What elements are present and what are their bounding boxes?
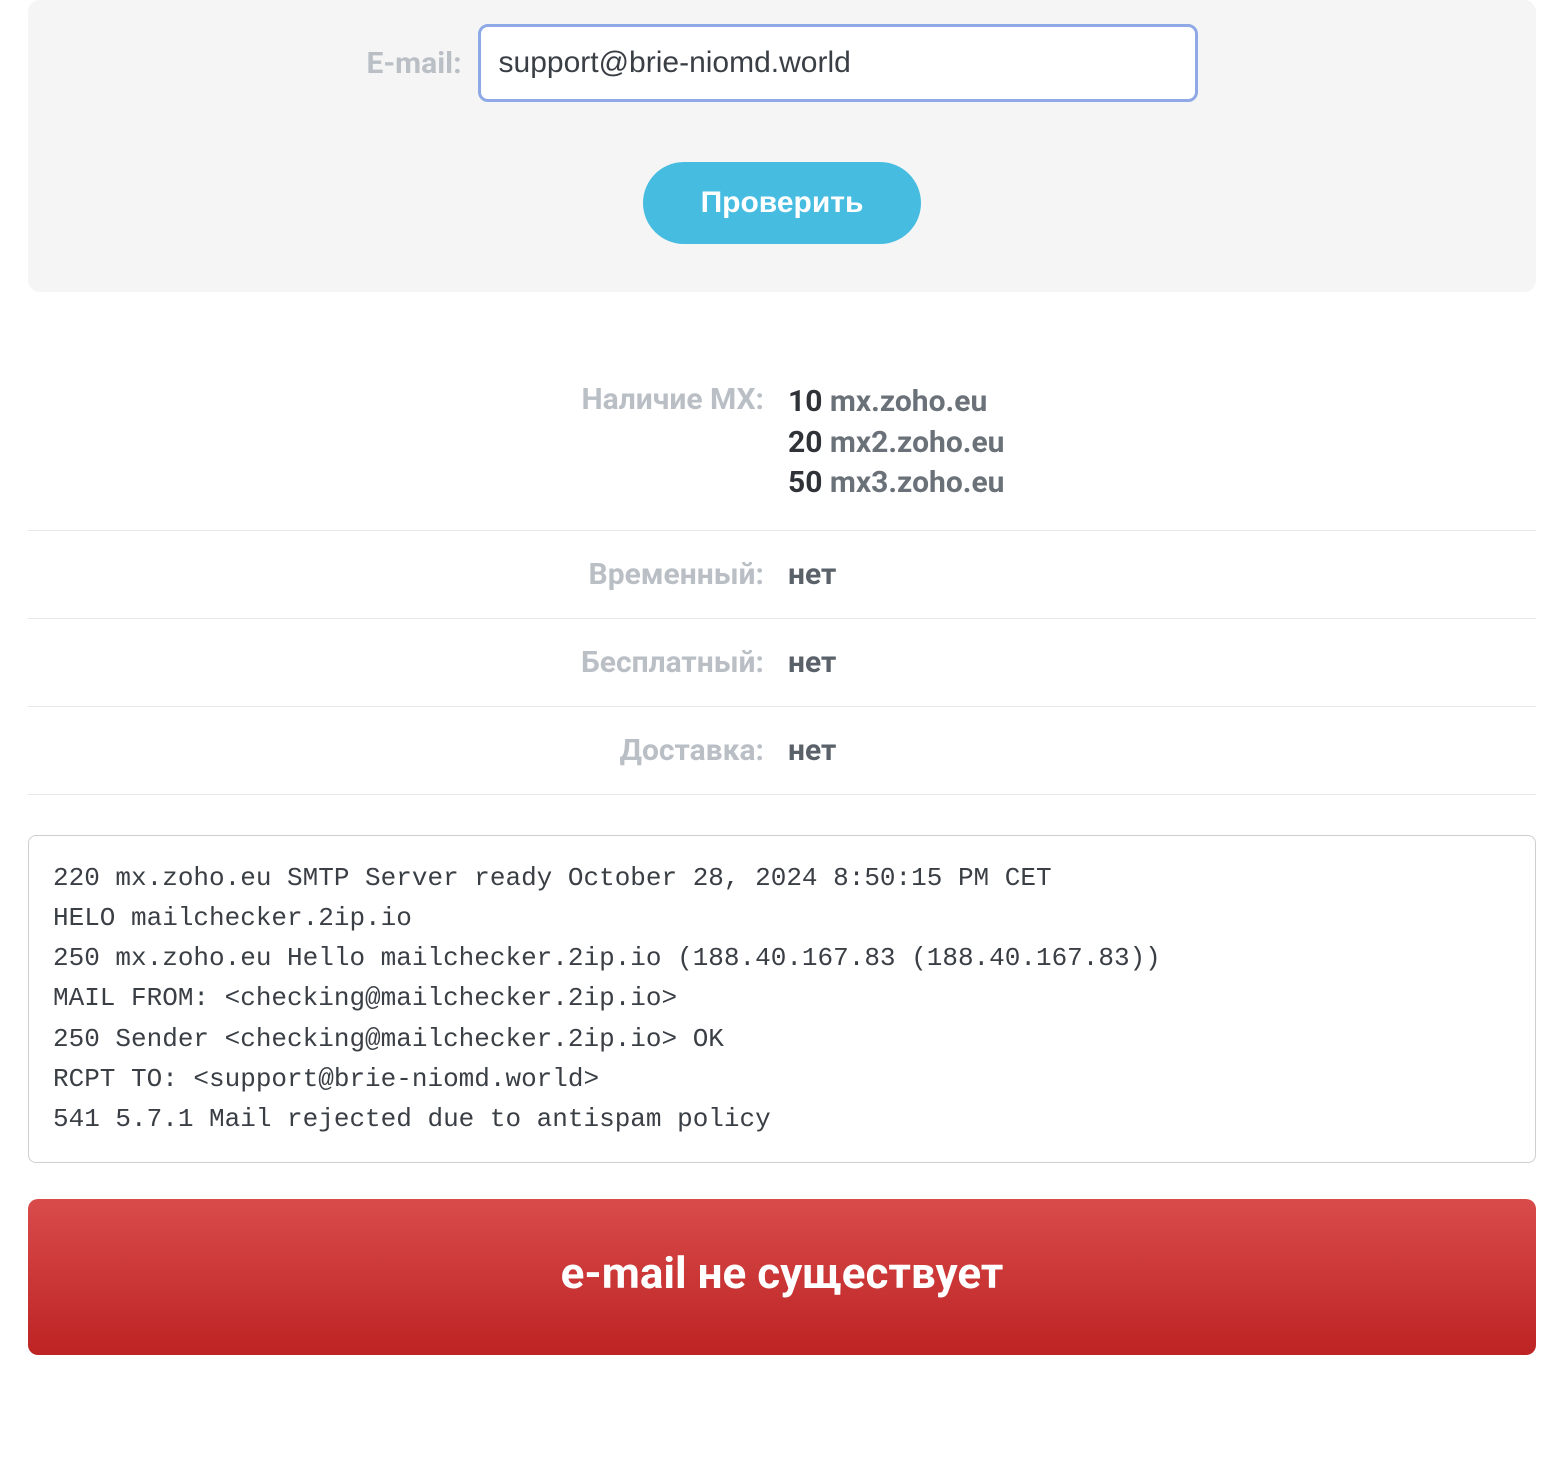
result-row-mx: Наличие MX: 10 mx.zoho.eu20 mx2.zoho.eu5… xyxy=(28,372,1536,531)
email-label: E-mail: xyxy=(366,46,461,81)
mx-record: 10 mx.zoho.eu xyxy=(788,382,1536,423)
mx-host: mx.zoho.eu xyxy=(830,384,987,419)
mx-host: mx3.zoho.eu xyxy=(830,465,1005,500)
mx-record: 20 mx2.zoho.eu xyxy=(788,423,1536,464)
mx-priority: 20 xyxy=(788,425,830,460)
temporary-label: Временный: xyxy=(28,557,788,592)
email-input[interactable] xyxy=(478,24,1198,102)
delivery-label: Доставка: xyxy=(28,733,788,768)
check-button[interactable]: Проверить xyxy=(643,162,922,244)
mx-record: 50 mx3.zoho.eu xyxy=(788,463,1536,504)
submit-row: Проверить xyxy=(28,162,1536,244)
mx-priority: 50 xyxy=(788,465,830,500)
mx-label: Наличие MX: xyxy=(28,382,788,417)
delivery-value: нет xyxy=(788,733,1536,768)
smtp-log: 220 mx.zoho.eu SMTP Server ready October… xyxy=(28,835,1536,1163)
result-row-delivery: Доставка: нет xyxy=(28,707,1536,795)
mx-host: mx2.zoho.eu xyxy=(830,425,1005,460)
results-table: Наличие MX: 10 mx.zoho.eu20 mx2.zoho.eu5… xyxy=(28,372,1536,795)
email-check-form: E-mail: Проверить xyxy=(28,0,1536,292)
input-row: E-mail: xyxy=(28,24,1536,102)
result-row-free: Бесплатный: нет xyxy=(28,619,1536,707)
result-row-temporary: Временный: нет xyxy=(28,531,1536,619)
free-value: нет xyxy=(788,645,1536,680)
free-label: Бесплатный: xyxy=(28,645,788,680)
result-banner: e-mail не существует xyxy=(28,1199,1536,1355)
mx-priority: 10 xyxy=(788,384,830,419)
mx-value: 10 mx.zoho.eu20 mx2.zoho.eu50 mx3.zoho.e… xyxy=(788,382,1536,504)
temporary-value: нет xyxy=(788,557,1536,592)
